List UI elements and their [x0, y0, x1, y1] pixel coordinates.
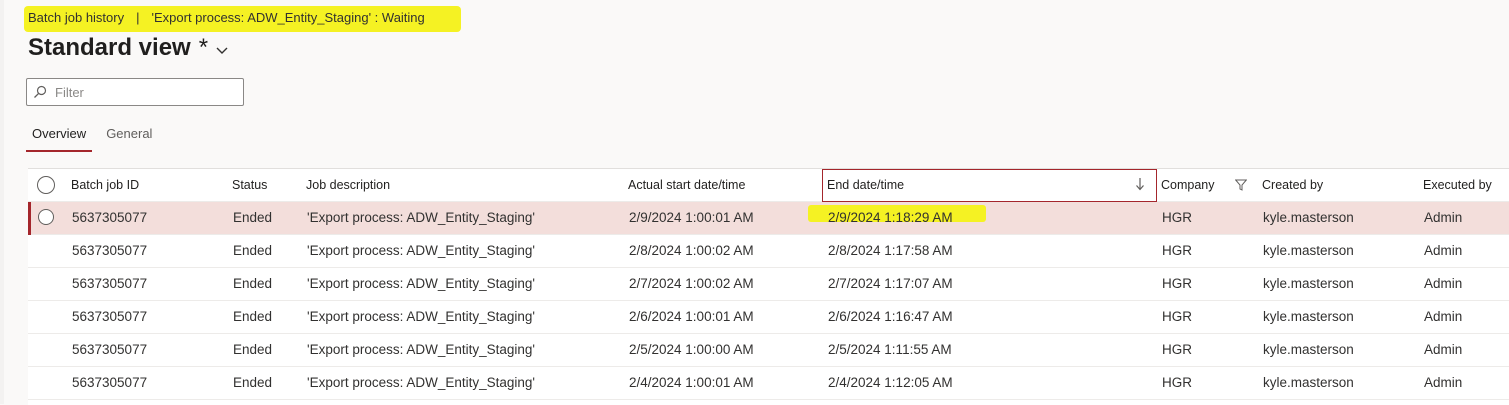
description-cell: 'Export process: ADW_Entity_Staging' — [307, 375, 536, 390]
description-cell: 'Export process: ADW_Entity_Staging' — [307, 276, 536, 291]
description-cell: 'Export process: ADW_Entity_Staging' — [307, 243, 536, 258]
batch-job-id-link[interactable]: 5637305077 — [72, 202, 147, 234]
page-title[interactable]: Standard view — [28, 34, 191, 62]
batch-job-id-cell: 5637305077 — [72, 276, 148, 291]
executed-by-cell: Admin — [1424, 243, 1463, 258]
table-row[interactable]: 5637305077 Ended 'Export process: ADW_En… — [28, 334, 1509, 367]
executed-by-cell: Admin — [1424, 342, 1463, 357]
status-cell: Ended — [233, 243, 273, 258]
status-cell: Ended — [233, 342, 273, 357]
end-cell: 2/6/2024 1:16:47 AM — [828, 309, 953, 324]
tab-overview[interactable]: Overview — [26, 124, 93, 152]
column-header-company[interactable]: Company — [1161, 169, 1215, 201]
column-header-job-description[interactable]: Job description — [306, 169, 390, 201]
tab-general[interactable]: General — [100, 124, 158, 152]
start-cell: 2/6/2024 1:00:01 AM — [629, 309, 754, 324]
status-cell: Ended — [233, 210, 273, 225]
start-cell: 2/5/2024 1:00:00 AM — [629, 342, 754, 357]
created-by-link[interactable]: kyle.masterson — [1263, 202, 1354, 234]
modified-indicator: * — [198, 34, 209, 61]
table-row[interactable]: 5637305077 Ended 'Export process: ADW_En… — [28, 301, 1509, 334]
batch-job-id-cell: 5637305077 — [72, 309, 148, 324]
end-cell: 2/9/2024 1:18:29 AM — [828, 210, 953, 225]
breadcrumb-context: 'Export process: ADW_Entity_Staging' : W… — [151, 10, 425, 25]
grid-header: Batch job ID Status Job description Actu… — [28, 169, 1509, 202]
batch-job-grid: Batch job ID Status Job description Actu… — [28, 168, 1509, 405]
breadcrumb-separator: | — [136, 10, 140, 25]
left-edge — [0, 0, 4, 404]
description-cell: 'Export process: ADW_Entity_Staging' — [307, 309, 536, 324]
start-cell: 2/4/2024 1:00:01 AM — [629, 375, 754, 390]
table-row[interactable]: 5637305077 Ended 'Export process: ADW_En… — [28, 202, 1509, 235]
company-cell: HGR — [1162, 375, 1192, 390]
end-cell: 2/4/2024 1:12:05 AM — [828, 375, 953, 390]
company-cell: HGR — [1162, 243, 1192, 258]
column-header-status[interactable]: Status — [232, 169, 267, 201]
start-cell: 2/8/2024 1:00:02 AM — [629, 243, 754, 258]
company-cell: HGR — [1162, 276, 1192, 291]
row-select-radio[interactable] — [38, 209, 54, 225]
table-row[interactable]: 5637305077 Ended 'Export process: ADW_En… — [28, 235, 1509, 268]
company-cell: HGR — [1162, 309, 1192, 324]
table-row[interactable]: 5637305077 Ended 'Export process: ADW_En… — [28, 268, 1509, 301]
breadcrumb-page[interactable]: Batch job history — [28, 10, 124, 25]
executed-by-cell: Admin — [1424, 210, 1463, 225]
column-header-batch-job-id[interactable]: Batch job ID — [71, 169, 139, 201]
start-cell: 2/7/2024 1:00:02 AM — [629, 276, 754, 291]
created-by-cell: kyle.masterson — [1263, 309, 1354, 324]
executed-by-cell: Admin — [1424, 276, 1463, 291]
view-selector[interactable]: Standard view * — [28, 34, 228, 62]
table-row[interactable]: 5637305077 Ended 'Export process: ADW_En… — [28, 367, 1509, 400]
end-cell: 2/8/2024 1:17:58 AM — [828, 243, 953, 258]
batch-job-id-cell: 5637305077 — [72, 375, 148, 390]
column-header-end[interactable]: End date/time — [827, 169, 904, 201]
created-by-cell: kyle.masterson — [1263, 276, 1354, 291]
column-header-created-by[interactable]: Created by — [1262, 169, 1323, 201]
chevron-down-icon[interactable] — [216, 42, 228, 60]
search-icon — [33, 85, 47, 99]
funnel-icon[interactable] — [1234, 178, 1248, 196]
batch-job-id-cell: 5637305077 — [72, 342, 148, 357]
status-cell: Ended — [233, 309, 273, 324]
description-cell: 'Export process: ADW_Entity_Staging' — [307, 210, 536, 225]
select-all-radio[interactable] — [37, 176, 55, 194]
selection-indicator — [28, 202, 31, 235]
executed-by-cell: Admin — [1424, 375, 1463, 390]
end-cell: 2/5/2024 1:11:55 AM — [828, 342, 952, 357]
column-header-start[interactable]: Actual start date/time — [628, 169, 745, 201]
filter-box — [26, 78, 244, 106]
batch-job-id-cell: 5637305077 — [72, 243, 148, 258]
executed-by-cell: Admin — [1424, 309, 1463, 324]
created-by-cell: kyle.masterson — [1263, 375, 1354, 390]
created-by-cell: kyle.masterson — [1263, 243, 1354, 258]
status-cell: Ended — [233, 375, 273, 390]
description-cell: 'Export process: ADW_Entity_Staging' — [307, 342, 536, 357]
breadcrumb: Batch job history | 'Export process: ADW… — [24, 6, 461, 32]
end-cell: 2/7/2024 1:17:07 AM — [828, 276, 953, 291]
created-by-cell: kyle.masterson — [1263, 342, 1354, 357]
status-cell: Ended — [233, 276, 273, 291]
filter-input[interactable] — [53, 83, 237, 101]
company-link[interactable]: HGR — [1162, 202, 1192, 234]
column-header-executed-by[interactable]: Executed by — [1423, 169, 1492, 201]
tab-bar: Overview General — [26, 124, 166, 152]
arrow-down-icon[interactable] — [1135, 177, 1145, 196]
company-cell: HGR — [1162, 342, 1192, 357]
start-cell: 2/9/2024 1:00:01 AM — [629, 210, 754, 225]
